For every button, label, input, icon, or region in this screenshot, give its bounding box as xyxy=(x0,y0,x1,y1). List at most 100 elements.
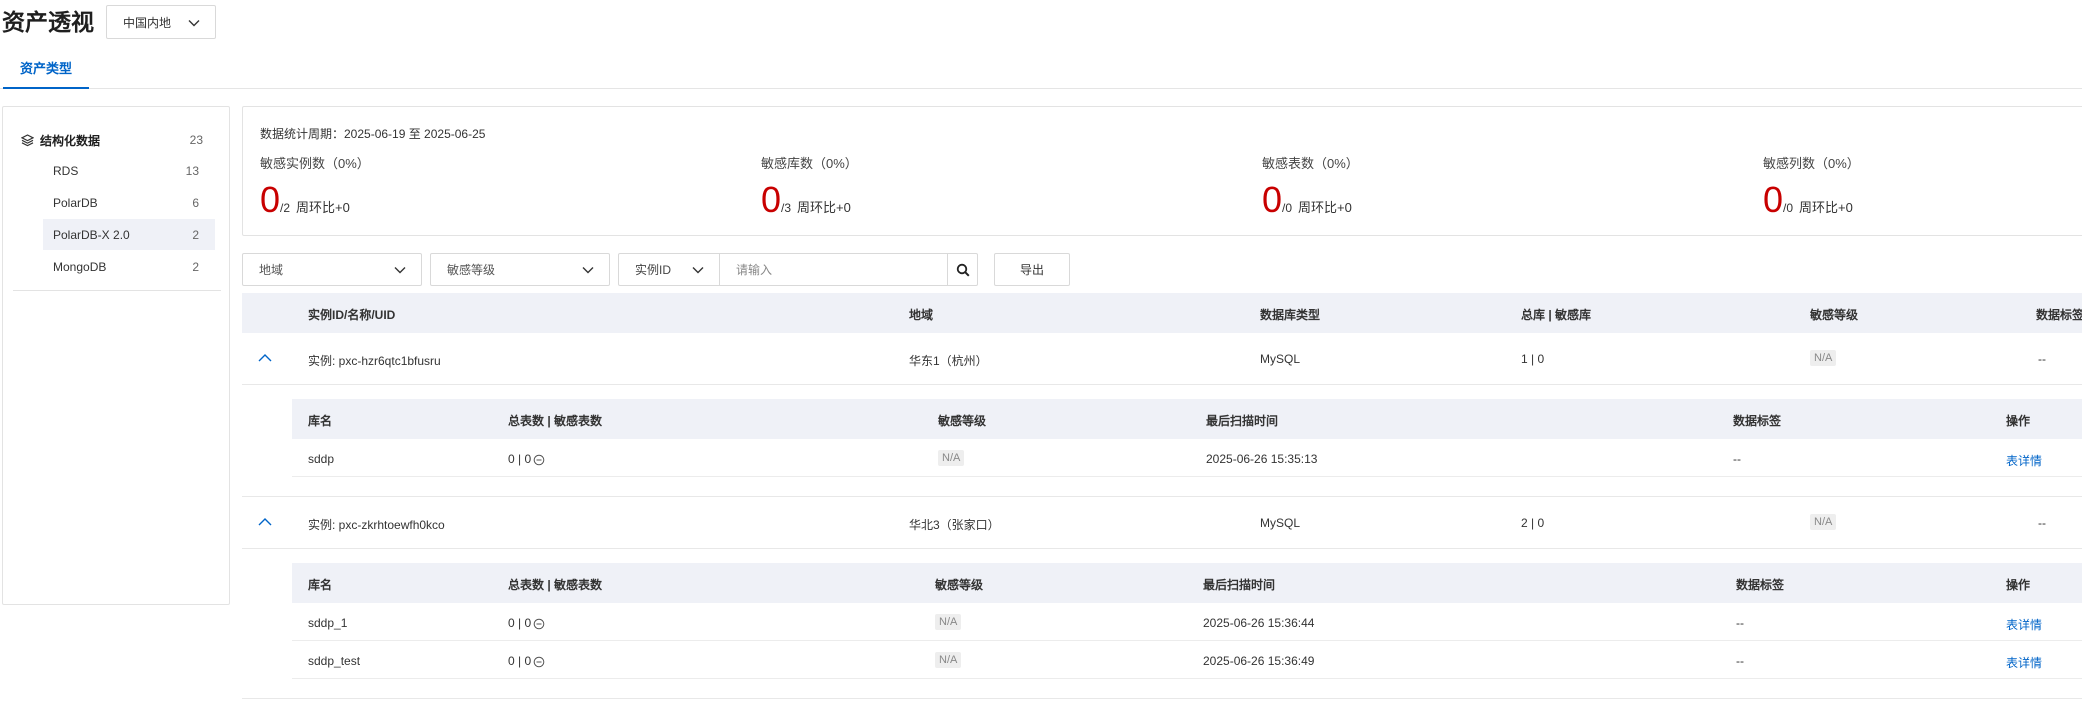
column-header: 敏感等级 xyxy=(935,578,984,592)
search-input[interactable]: 请输入 xyxy=(720,254,950,285)
sensitivity-badge: N/A xyxy=(1810,350,1837,366)
sidebar-item-label: MongoDB xyxy=(53,259,107,274)
chevron-up-icon xyxy=(258,518,272,526)
sensitivity-badge: N/A xyxy=(1810,514,1837,530)
instance-id: 实例: pxc-hzr6qtc1bfusru xyxy=(308,354,441,368)
stat-label: 敏感表数（0%） xyxy=(1262,156,1359,171)
last-scan-time: 2025-06-26 15:36:49 xyxy=(1203,654,1315,668)
database-tags: -- xyxy=(1736,616,1744,630)
search-field-value: 实例ID xyxy=(635,263,672,277)
column-header: 操作 xyxy=(2006,578,2031,592)
sub-table-header: 库名 总表数 | 敏感表数 敏感等级 最后扫描时间 数据标签 操作 xyxy=(292,399,2082,439)
region-select[interactable]: 中国内地 xyxy=(106,5,216,39)
sidebar-item-label: RDS xyxy=(53,163,79,178)
last-scan-time: 2025-06-26 15:35:13 xyxy=(1206,452,1318,466)
table-details-link[interactable]: 表详情 xyxy=(2006,452,2042,469)
instance-db-type: MySQL xyxy=(1260,516,1301,530)
stat-label: 敏感库数（0%） xyxy=(761,156,858,171)
chevron-down-icon xyxy=(692,267,704,274)
sidebar-item-polardb-x[interactable]: PolarDB-X 2.0 2 xyxy=(43,219,215,250)
level-filter-placeholder: 敏感等级 xyxy=(447,263,496,277)
table-counts: 0 | 0 xyxy=(508,616,532,630)
tree-root-structured-data[interactable]: 结构化数据 23 xyxy=(21,130,203,150)
database-tags: -- xyxy=(1736,654,1744,668)
column-header: 库名 xyxy=(308,578,333,592)
stat-sensitive-databases: 敏感库数（0%） 0/3 周环比+0 xyxy=(761,153,1061,220)
column-header: 实例ID/名称/UID xyxy=(308,308,396,322)
instance-db-type: MySQL xyxy=(1260,352,1301,366)
instance-db-counts: 1 | 0 xyxy=(1521,352,1545,366)
stat-sensitive-columns: 敏感列数（0%） 0/0 周环比+0 xyxy=(1763,153,2063,220)
sensitivity-level-filter[interactable]: 敏感等级 xyxy=(430,253,610,286)
column-header: 地域 xyxy=(909,308,934,322)
column-header: 总库 | 敏感库 xyxy=(1521,308,1592,322)
sidebar-item-rds[interactable]: RDS 13 xyxy=(43,155,215,186)
sub-table-header: 库名 总表数 | 敏感表数 敏感等级 最后扫描时间 数据标签 操作 xyxy=(292,563,2082,603)
column-header: 数据库类型 xyxy=(1260,308,1321,322)
asset-table: 实例ID/名称/UID 地域 数据库类型 总库 | 敏感库 敏感等级 数据标签 … xyxy=(242,293,2082,702)
database-row: sddp 0 | 0 N/A 2025-06-26 15:35:13 -- 表详… xyxy=(292,439,2082,477)
sidebar-item-count: 13 xyxy=(185,163,199,178)
stat-week-change: 周环比+0 xyxy=(296,200,350,215)
instance-region: 华东1（杭州） xyxy=(909,354,988,368)
column-header: 敏感等级 xyxy=(1810,308,1859,322)
chevron-down-icon xyxy=(188,20,200,27)
search-button[interactable] xyxy=(947,254,977,285)
page-title: 资产透视 xyxy=(2,9,94,35)
column-header: 敏感等级 xyxy=(938,414,987,428)
sidebar-item-count: 2 xyxy=(192,259,199,274)
sidebar-item-polardb[interactable]: PolarDB 6 xyxy=(43,187,215,218)
collapse-button[interactable] xyxy=(256,513,274,531)
table-details-link[interactable]: 表详情 xyxy=(2006,654,2042,671)
layers-icon xyxy=(21,133,34,146)
column-header: 总表数 | 敏感表数 xyxy=(508,578,603,592)
stats-period: 数据统计周期：2025-06-19 至 2025-06-25 xyxy=(260,127,486,141)
stat-value: 0 xyxy=(761,179,782,220)
sidebar-item-label: PolarDB-X 2.0 xyxy=(53,227,130,242)
column-header: 数据标签 xyxy=(2036,308,2082,322)
column-header: 最后扫描时间 xyxy=(1206,414,1279,428)
sensitivity-badge: N/A xyxy=(935,652,962,668)
asset-type-sidebar: 结构化数据 23 RDS 13 PolarDB 6 PolarDB-X 2.0 … xyxy=(2,106,230,605)
collapse-button[interactable] xyxy=(256,349,274,367)
tab-asset-type[interactable]: 资产类型 xyxy=(3,54,89,89)
sidebar-item-label: PolarDB xyxy=(53,195,98,210)
stat-week-change: 周环比+0 xyxy=(1298,200,1352,215)
search-icon xyxy=(956,263,970,277)
database-row: sddp_1 0 | 0 N/A 2025-06-26 15:36:44 -- … xyxy=(292,603,2082,641)
stat-sensitive-tables: 敏感表数（0%） 0/0 周环比+0 xyxy=(1262,153,1562,220)
table-counts: 0 | 0 xyxy=(508,654,532,668)
sidebar-item-mongodb[interactable]: MongoDB 2 xyxy=(43,251,215,282)
sidebar-item-count: 2 xyxy=(192,227,199,242)
stat-value: 0 xyxy=(260,179,281,220)
column-header: 库名 xyxy=(308,414,333,428)
search-field-select[interactable]: 实例ID xyxy=(619,254,720,285)
instance-region: 华北3（张家口） xyxy=(909,518,1000,532)
region-select-value: 中国内地 xyxy=(123,15,172,30)
table-header: 实例ID/名称/UID 地域 数据库类型 总库 | 敏感库 敏感等级 数据标签 xyxy=(242,293,2082,333)
minus-circle-icon xyxy=(533,618,545,630)
column-header: 最后扫描时间 xyxy=(1203,578,1276,592)
chevron-up-icon xyxy=(258,354,272,362)
tree-root-count: 23 xyxy=(189,133,203,147)
sensitivity-badge: N/A xyxy=(935,614,962,630)
stat-value: 0 xyxy=(1262,179,1283,220)
database-tags: -- xyxy=(1733,452,1741,466)
export-button[interactable]: 导出 xyxy=(994,253,1070,286)
column-header: 总表数 | 敏感表数 xyxy=(508,414,603,428)
stat-total: /0 xyxy=(1783,201,1794,215)
stat-total: /2 xyxy=(280,201,291,215)
minus-circle-icon xyxy=(533,454,545,466)
database-name: sddp xyxy=(308,452,335,466)
table-details-link[interactable]: 表详情 xyxy=(2006,616,2042,633)
stat-week-change: 周环比+0 xyxy=(1799,200,1853,215)
sidebar-item-count: 6 xyxy=(192,195,199,210)
region-filter[interactable]: 地域 xyxy=(242,253,422,286)
last-scan-time: 2025-06-26 15:36:44 xyxy=(1203,616,1315,630)
database-row: sddp_test 0 | 0 N/A 2025-06-26 15:36:49 … xyxy=(292,641,2082,679)
instance-tags: -- xyxy=(2038,516,2046,530)
instance-id: 实例: pxc-zkrhtoewfh0kco xyxy=(308,518,445,532)
instance-tags: -- xyxy=(2038,352,2046,366)
stats-panel: 数据统计周期：2025-06-19 至 2025-06-25 敏感实例数（0%）… xyxy=(242,106,2082,236)
instance-search: 实例ID 请输入 xyxy=(618,253,978,286)
